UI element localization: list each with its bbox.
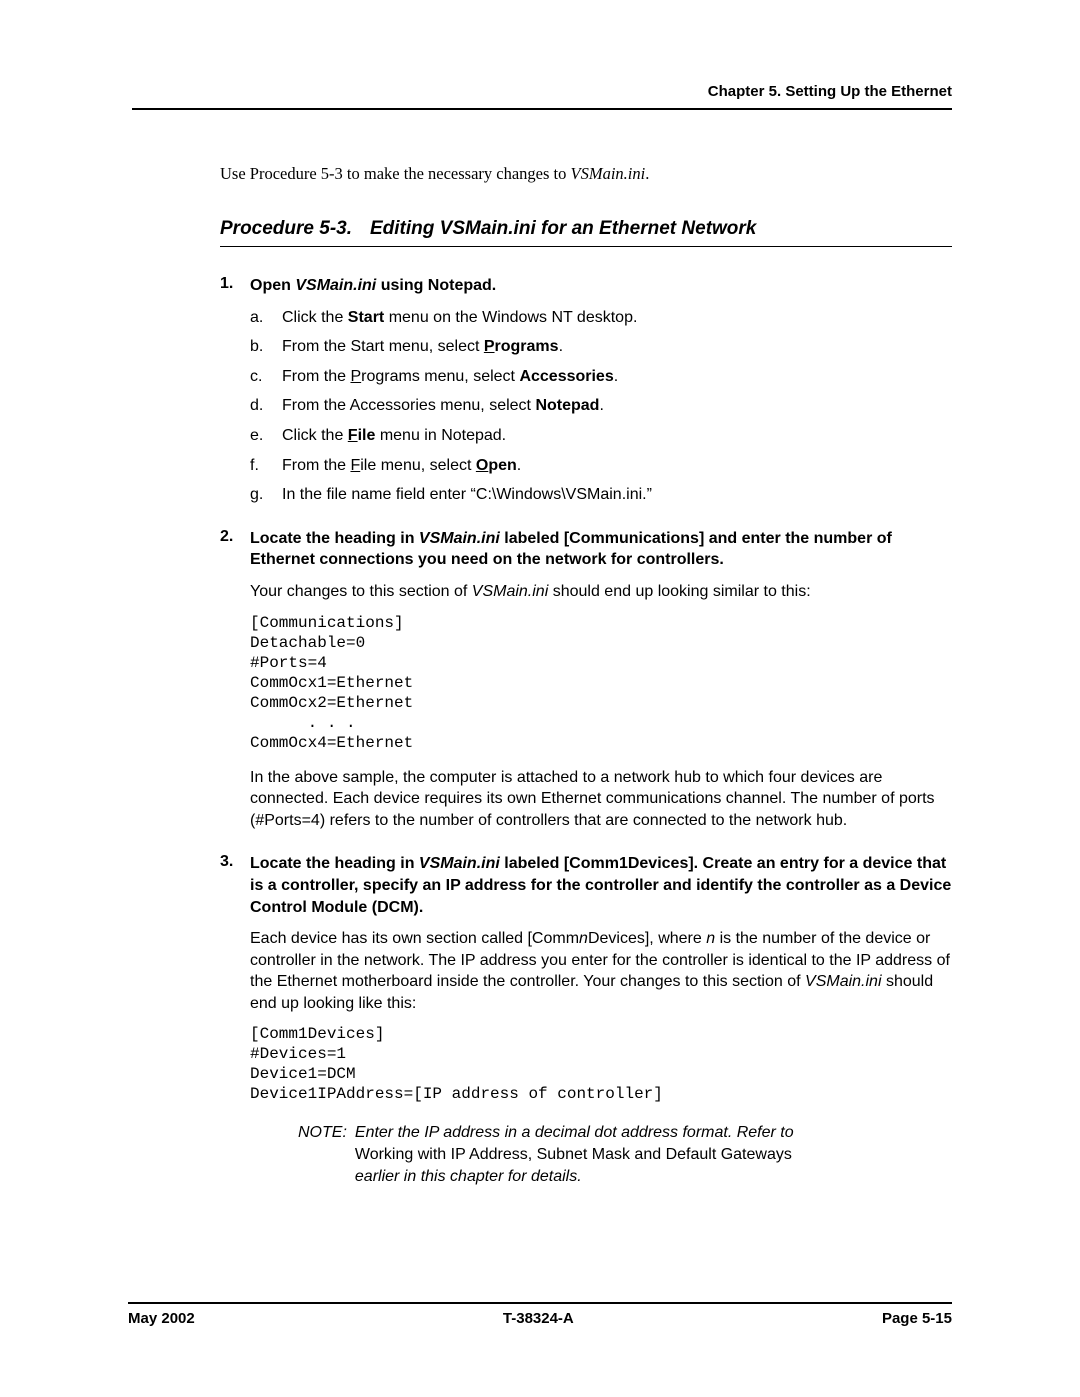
- t: From the Accessories menu, select: [282, 397, 535, 414]
- t: menu in Notepad.: [375, 427, 506, 444]
- programs-rest: rograms: [495, 338, 559, 355]
- programs-ul: P: [484, 338, 495, 355]
- t: In the file name field enter “C:\Windows…: [282, 486, 652, 503]
- substep-1c: From the Programs menu, select Accessori…: [250, 366, 952, 388]
- step-3-code: [Comm1Devices] #Devices=1 Device1=DCM De…: [250, 1024, 952, 1104]
- intro-file: VSMain.ini: [571, 164, 646, 183]
- t: Click the: [282, 309, 348, 326]
- open-rest: pen: [488, 457, 516, 474]
- note-label: NOTE:: [298, 1122, 355, 1187]
- accessories-bold: Accessories: [519, 368, 613, 385]
- substep-1f: From the File menu, select Open.: [250, 455, 952, 477]
- start-bold: Start: [348, 309, 384, 326]
- substep-1g: In the file name field enter “C:\Windows…: [250, 484, 952, 506]
- step-2-body: Your changes to this section of VSMain.i…: [250, 581, 952, 603]
- footer-left: May 2002: [128, 1310, 195, 1327]
- file-ul: F: [348, 427, 358, 444]
- t: VSMain.ini: [472, 583, 548, 600]
- t: Devices], where: [588, 930, 706, 947]
- step-1-head-a: Open: [250, 277, 295, 294]
- programs2-ul: P: [350, 368, 361, 385]
- file2-ul: F: [350, 457, 360, 474]
- t: Click the: [282, 427, 348, 444]
- t: n: [579, 930, 588, 947]
- step-1-substeps: Click the Start menu on the Windows NT d…: [250, 307, 952, 506]
- step-2-after: In the above sample, the computer is att…: [250, 767, 952, 832]
- intro-suffix: .: [645, 164, 649, 183]
- t: menu, select: [376, 457, 476, 474]
- footer-center: T-38324-A: [503, 1310, 574, 1327]
- step-1-head-file: VSMain.ini: [295, 277, 376, 294]
- programs2-rest: rograms: [361, 368, 420, 385]
- substep-1e: Click the File menu in Notepad.: [250, 425, 952, 447]
- intro-text: Use Procedure 5-3 to make the necessary …: [220, 164, 952, 184]
- note-block: NOTE: Enter the IP address in a decimal …: [298, 1122, 952, 1187]
- t: From the: [282, 368, 350, 385]
- step-1: Open VSMain.ini using Notepad. Click the…: [220, 275, 952, 506]
- running-header: Chapter 5. Setting Up the Ethernet: [132, 83, 952, 110]
- note-text: Enter the IP address in a decimal dot ad…: [355, 1122, 952, 1187]
- step-2: Locate the heading in VSMain.ini labeled…: [220, 528, 952, 832]
- note-line2: Working with IP Address, Subnet Mask and…: [355, 1146, 792, 1163]
- t: From the Start menu, select: [282, 338, 484, 355]
- t: .: [559, 338, 563, 355]
- step-1-head-c: using Notepad.: [376, 277, 496, 294]
- step-2-code: [Communications] Detachable=0 #Ports=4 C…: [250, 613, 952, 753]
- notepad-bold: Notepad: [535, 397, 599, 414]
- t: .: [599, 397, 603, 414]
- procedure-label: Procedure 5-3.: [220, 218, 352, 239]
- open-ul: O: [476, 457, 488, 474]
- note-line3: earlier in this chapter for details.: [355, 1168, 582, 1185]
- file2-rest: ile: [360, 457, 376, 474]
- page-footer: May 2002 T-38324-A Page 5-15: [128, 1302, 952, 1327]
- note-line1: Enter the IP address in a decimal dot ad…: [355, 1124, 794, 1141]
- t: menu, select: [420, 368, 520, 385]
- step-2-file: VSMain.ini: [419, 530, 500, 547]
- step-2-head: Locate the heading in VSMain.ini labeled…: [250, 528, 952, 571]
- step-3-head: Locate the heading in VSMain.ini labeled…: [250, 853, 952, 918]
- t: Locate the heading in: [250, 855, 419, 872]
- steps-list: Open VSMain.ini using Notepad. Click the…: [220, 275, 952, 1187]
- step-1-head: Open VSMain.ini using Notepad.: [250, 275, 952, 297]
- substep-1b: From the Start menu, select Programs.: [250, 336, 952, 358]
- t: .: [614, 368, 618, 385]
- t: VSMain.ini: [419, 855, 500, 872]
- t: Locate the heading in: [250, 530, 419, 547]
- file-rest: ile: [358, 427, 376, 444]
- substep-1d: From the Accessories menu, select Notepa…: [250, 395, 952, 417]
- t: VSMain.ini: [805, 973, 881, 990]
- t: menu on the Windows NT desktop.: [384, 309, 637, 326]
- step-3: Locate the heading in VSMain.ini labeled…: [220, 853, 952, 1187]
- body-content: Use Procedure 5-3 to make the necessary …: [132, 164, 952, 1187]
- procedure-name: Editing VSMain.ini for an Ethernet Netwo…: [370, 218, 756, 239]
- t: From the: [282, 457, 350, 474]
- t: Your changes to this section of: [250, 583, 472, 600]
- t: .: [517, 457, 521, 474]
- t: should end up looking similar to this:: [548, 583, 810, 600]
- substep-1a: Click the Start menu on the Windows NT d…: [250, 307, 952, 329]
- step-3-body: Each device has its own section called […: [250, 928, 952, 1014]
- t: Each device has its own section called […: [250, 930, 579, 947]
- footer-right: Page 5-15: [882, 1310, 952, 1327]
- intro-prefix: Use Procedure 5-3 to make the necessary …: [220, 164, 571, 183]
- procedure-title: Procedure 5-3. Editing VSMain.ini for an …: [220, 218, 952, 247]
- t: n: [706, 930, 715, 947]
